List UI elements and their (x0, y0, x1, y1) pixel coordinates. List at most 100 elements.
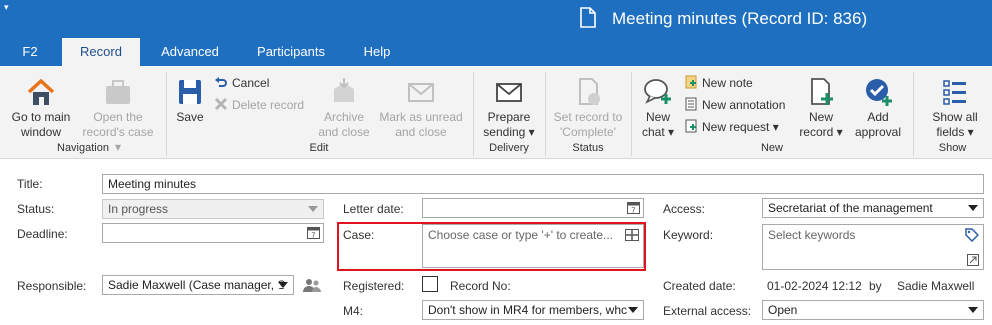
quick-access-menu-icon[interactable]: ▾ (4, 2, 9, 13)
access-select[interactable]: Secretariat of the management (762, 198, 984, 218)
registered-label: Registered: (343, 279, 405, 293)
show-all-fields-button[interactable]: Show all fields ▾ (920, 76, 990, 140)
note-icon (685, 75, 697, 89)
access-label: Access: (663, 202, 706, 216)
tab-f2[interactable]: F2 (0, 38, 60, 66)
prepare-sending-button[interactable]: Prepare sending ▾ (478, 76, 540, 140)
responsible-value: Sadie Maxwell (Case manager, S (108, 278, 286, 292)
responsible-select[interactable]: Sadie Maxwell (Case manager, S (102, 275, 294, 295)
mark-unread-label-1: Mark as unread (379, 110, 463, 124)
tab-record[interactable]: Record (62, 38, 140, 66)
delete-icon (214, 97, 228, 111)
new-chat-button[interactable]: New chat ▾ (636, 76, 680, 140)
delete-record-button[interactable]: Delete record (214, 96, 304, 114)
envelope-icon (496, 83, 522, 102)
new-group-label: New (760, 142, 783, 154)
title-input[interactable]: Meeting minutes (102, 174, 984, 194)
chevron-down-icon (968, 307, 978, 313)
go-to-main-window-label-1: Go to main (11, 110, 71, 124)
prepare-sending-label-2: sending ▾ (483, 125, 535, 139)
new-annotation-label: New annotation (702, 98, 786, 112)
external-access-value: Open (768, 303, 798, 317)
request-icon (685, 119, 697, 133)
created-date-value: 01-02-2024 12:12 (767, 279, 862, 293)
keyword-input[interactable]: Select keywords (762, 224, 984, 270)
new-chat-label-1: New (645, 110, 670, 124)
archive-label-2: and close (318, 125, 370, 139)
users-icon[interactable] (302, 277, 322, 293)
status-label: Status: (17, 202, 55, 216)
delivery-group-label: Delivery (489, 142, 529, 154)
envelope-icon (408, 83, 434, 102)
save-icon (179, 80, 201, 104)
add-approval-label-2: approval (854, 125, 902, 139)
m4-select[interactable]: Don't show in MR4 for members, whc (422, 300, 644, 320)
case-field-highlight (337, 222, 646, 271)
show-group-label: Show (938, 142, 967, 154)
new-chat-label-2: chat ▾ (641, 125, 675, 139)
chat-icon (644, 79, 671, 104)
new-note-label: New note (702, 76, 753, 90)
set-record-complete-label-1: Set record to (553, 110, 623, 124)
cancel-button[interactable]: Cancel (214, 74, 269, 92)
chevron-down-icon (968, 205, 978, 211)
undo-icon (215, 77, 227, 87)
new-document-icon (811, 78, 833, 105)
new-request-label: New request ▾ (702, 120, 779, 134)
letter-date-label: Letter date: (343, 202, 404, 216)
external-access-select[interactable]: Open (762, 300, 984, 320)
cancel-label: Cancel (232, 76, 270, 90)
calendar-icon[interactable]: 7 (627, 201, 640, 214)
fields-list-icon (943, 80, 966, 105)
set-record-complete-button[interactable]: Set record to 'Complete' (549, 76, 627, 140)
new-record-button[interactable]: New record ▾ (798, 76, 844, 140)
deadline-date-field[interactable]: 7 (102, 223, 324, 243)
add-approval-button[interactable]: Add approval (850, 76, 906, 140)
open-records-case-label-1: Open the (93, 110, 143, 124)
home-icon (27, 78, 55, 105)
status-value: In progress (108, 202, 169, 216)
calendar-day-text: 7 (312, 233, 316, 240)
new-record-label-2: record ▾ (799, 125, 843, 139)
archive-and-close-button[interactable]: Archive and close (314, 76, 374, 140)
new-request-button[interactable]: New request ▾ (684, 118, 779, 136)
set-record-complete-label-2: 'Complete' (560, 125, 616, 139)
deadline-label: Deadline: (17, 227, 68, 241)
expand-icon[interactable] (967, 254, 979, 266)
window-title: Meeting minutes (Record ID: 836) (612, 9, 868, 28)
title-bar: ▾ Meeting minutes (Record ID: 836) (0, 0, 992, 38)
approval-icon (866, 79, 892, 106)
mark-unread-and-close-button[interactable]: Mark as unread and close (376, 76, 466, 140)
go-to-main-window-button[interactable]: Go to main window (4, 76, 78, 140)
ribbon-tab-bar: F2 Record Advanced Participants Help (0, 38, 992, 66)
add-approval-label-1: Add (867, 110, 889, 124)
prepare-sending-label-1: Prepare (487, 110, 531, 124)
delete-record-label: Delete record (232, 98, 305, 112)
title-value: Meeting minutes (108, 177, 197, 191)
tab-participants[interactable]: Participants (245, 38, 337, 66)
ribbon: Go to main window Open the record's case… (0, 66, 992, 159)
registered-checkbox[interactable] (422, 276, 438, 292)
access-value: Secretariat of the management (768, 201, 933, 215)
m4-label: M4: (343, 304, 364, 318)
keyword-label: Keyword: (663, 228, 714, 242)
m4-value: Don't show in MR4 for members, whc (428, 303, 628, 317)
calendar-icon[interactable]: 7 (307, 226, 320, 239)
created-by-value: Sadie Maxwell (897, 279, 975, 293)
save-button[interactable]: Save (170, 76, 210, 125)
show-all-fields-label-2: fields ▾ (936, 125, 974, 139)
new-annotation-button[interactable]: New annotation (684, 96, 785, 114)
letter-date-field[interactable]: 7 (422, 198, 644, 218)
keyword-placeholder: Select keywords (768, 228, 856, 242)
document-icon (580, 7, 596, 28)
new-note-button[interactable]: New note (684, 74, 753, 92)
status-select[interactable]: In progress (102, 199, 324, 219)
status-group-label: Status (572, 142, 604, 154)
mark-unread-label-2: and close (395, 125, 447, 139)
tag-icon[interactable] (965, 228, 979, 242)
navigation-group-label: Navigation (57, 142, 109, 154)
tab-help[interactable]: Help (352, 38, 402, 66)
go-to-main-window-label-2: window (20, 125, 62, 139)
tab-advanced[interactable]: Advanced (150, 38, 230, 66)
new-record-label-1: New (808, 110, 833, 124)
